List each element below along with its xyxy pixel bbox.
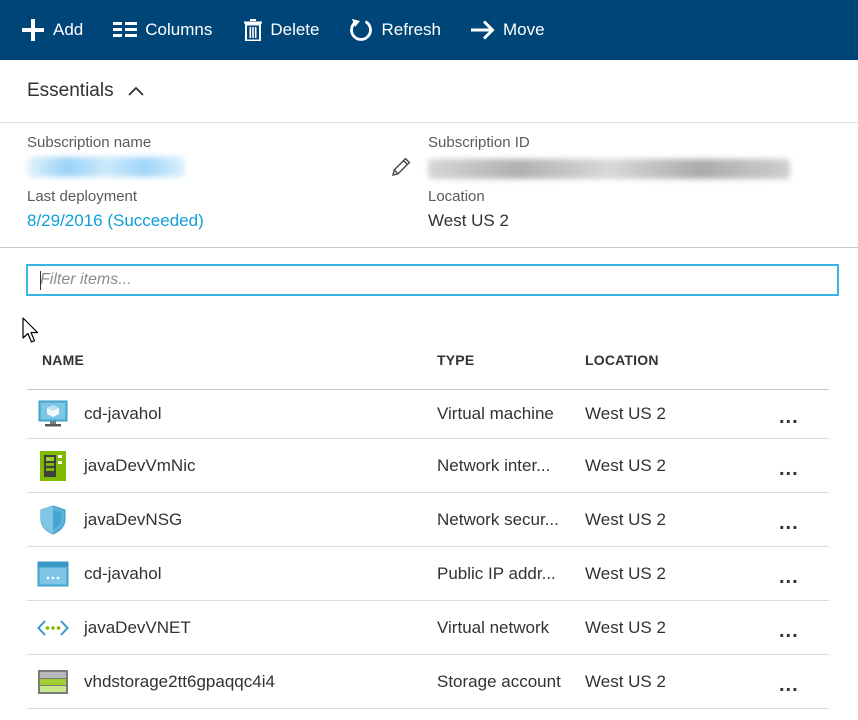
resource-name-link[interactable]: cd-javahol: [84, 564, 162, 584]
refresh-button[interactable]: Refresh: [349, 0, 441, 60]
table-row[interactable]: javaDevVNET Virtual network West US 2 ..…: [27, 601, 829, 655]
resource-name-link[interactable]: javaDevVNET: [84, 618, 191, 638]
storage-account-icon: [37, 666, 69, 698]
more-options-button[interactable]: ...: [779, 457, 799, 480]
essentials-divider: [0, 247, 858, 248]
table-row[interactable]: javaDevNSG Network secur... West US 2 ..…: [27, 493, 829, 547]
columns-icon: [113, 21, 138, 39]
subscription-id-label: Subscription ID: [428, 134, 530, 151]
resource-type: Network secur...: [437, 509, 559, 529]
column-header-location[interactable]: LOCATION: [585, 352, 659, 368]
table-row[interactable]: javaDevVmNic Network inter... West US 2 …: [27, 439, 829, 493]
chevron-up-icon[interactable]: [127, 86, 144, 96]
last-deployment-label: Last deployment: [27, 188, 138, 205]
virtual-network-icon: [37, 612, 69, 644]
text-caret: [40, 271, 41, 290]
resource-name-link[interactable]: vhdstorage2tt6gpaqqc4i4: [84, 672, 275, 692]
resource-type: Network inter...: [437, 455, 551, 475]
add-button[interactable]: Add: [21, 0, 83, 60]
columns-button[interactable]: Columns: [113, 0, 212, 60]
essentials-title: Essentials: [27, 80, 114, 101]
mouse-pointer-icon: [22, 317, 42, 350]
subscription-name-link[interactable]: [27, 157, 185, 177]
resource-type: Virtual network: [437, 617, 550, 637]
columns-button-label: Columns: [145, 20, 213, 39]
more-options-button[interactable]: ...: [779, 673, 799, 696]
location-value: West US 2: [428, 211, 509, 230]
network-interface-icon: [37, 450, 69, 482]
last-deployment-link[interactable]: 8/29/2016 (Succeeded): [27, 211, 204, 231]
location-label: Location: [428, 188, 485, 205]
subscription-id-value: [428, 159, 790, 179]
refresh-button-label: Refresh: [381, 20, 442, 39]
move-button-label: Move: [503, 20, 545, 39]
table-row[interactable]: vhdstorage2tt6gpaqqc4i4 Storage account …: [27, 655, 829, 709]
filter-input[interactable]: [26, 264, 839, 296]
more-options-button[interactable]: ...: [779, 406, 799, 429]
resource-location: West US 2: [585, 404, 666, 423]
move-button[interactable]: Move: [471, 0, 545, 60]
essentials-header[interactable]: Essentials: [0, 60, 858, 123]
resource-location: West US 2: [585, 617, 666, 637]
command-toolbar: Add Columns Delete Refresh Move: [0, 0, 858, 60]
column-header-type[interactable]: TYPE: [437, 352, 474, 368]
subscription-name-label: Subscription name: [27, 134, 152, 151]
delete-button-label: Delete: [270, 20, 320, 39]
resource-location: West US 2: [585, 509, 666, 529]
resource-location: West US 2: [585, 671, 666, 691]
more-options-button[interactable]: ...: [779, 619, 799, 642]
resource-type: Storage account: [437, 671, 561, 691]
resource-name-link[interactable]: javaDevVmNic: [84, 456, 195, 476]
column-header-name[interactable]: NAME: [42, 352, 84, 368]
resource-location: West US 2: [585, 455, 666, 475]
resource-name-link[interactable]: cd-javahol: [84, 404, 162, 424]
public-ip-icon: [37, 558, 69, 590]
resource-type: Virtual machine: [437, 404, 554, 423]
table-row[interactable]: cd-javahol Virtual machine West US 2 ...: [27, 390, 829, 439]
trash-icon: [244, 19, 263, 41]
refresh-icon: [349, 18, 373, 42]
network-security-group-icon: [37, 504, 69, 536]
plus-icon: [21, 18, 45, 42]
more-options-button[interactable]: ...: [779, 511, 799, 534]
pencil-icon[interactable]: [390, 156, 412, 183]
table-row[interactable]: cd-javahol Public IP addr... West US 2 .…: [27, 547, 829, 601]
add-button-label: Add: [53, 20, 84, 39]
arrow-right-icon: [471, 20, 495, 40]
resource-type: Public IP addr...: [437, 563, 556, 583]
more-options-button[interactable]: ...: [779, 565, 799, 588]
resource-name-link[interactable]: javaDevNSG: [84, 510, 182, 530]
resource-location: West US 2: [585, 563, 666, 583]
delete-button[interactable]: Delete: [244, 0, 319, 60]
virtual-machine-icon: [37, 398, 69, 430]
